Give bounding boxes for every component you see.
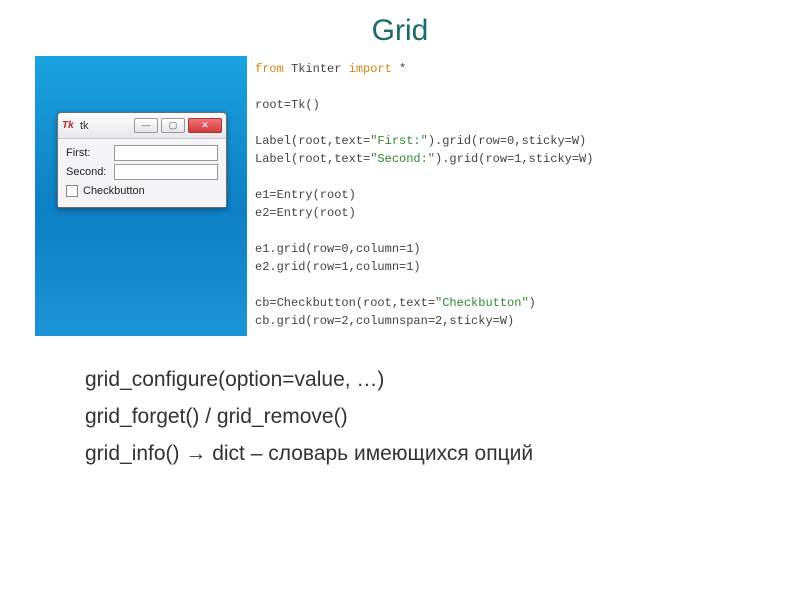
window-body: First: Second: Checkbutton xyxy=(58,139,226,207)
method-line-2: grid_forget() / grid_remove() xyxy=(85,399,800,436)
titlebar: Tk tk — ▢ ✕ xyxy=(58,113,226,139)
form-row-second: Second: xyxy=(66,164,218,180)
tk-window: Tk tk — ▢ ✕ First: Second: xyxy=(57,112,227,208)
code-text: e2=Entry(root) xyxy=(255,206,356,220)
entry-first[interactable] xyxy=(114,145,218,161)
kw-from: from xyxy=(255,62,284,76)
string-literal: "Checkbutton" xyxy=(435,296,529,310)
code-text: Tkinter xyxy=(284,62,349,76)
minimize-button[interactable]: — xyxy=(134,118,158,133)
checkbutton-row: Checkbutton xyxy=(66,183,218,197)
method-line-3: grid_info() → dict – словарь имеющихся о… xyxy=(85,436,800,473)
label-first: First: xyxy=(66,147,114,159)
entry-second[interactable] xyxy=(114,164,218,180)
string-literal: "First:" xyxy=(370,134,428,148)
methods-block: grid_configure(option=value, …) grid_for… xyxy=(0,336,800,472)
checkbutton-box[interactable] xyxy=(66,185,78,197)
code-text: cb.grid(row=2,columnspan=2,sticky=W) xyxy=(255,314,514,328)
window-title: tk xyxy=(80,120,134,132)
slide-title: Grid xyxy=(0,0,800,56)
close-button[interactable]: ✕ xyxy=(188,118,222,133)
form-row-first: First: xyxy=(66,145,218,161)
code-text: Label(root,text= xyxy=(255,134,370,148)
kw-import: import xyxy=(349,62,392,76)
maximize-button[interactable]: ▢ xyxy=(161,118,185,133)
code-text: ).grid(row=0,sticky=W) xyxy=(428,134,586,148)
slide: Grid Tk tk — ▢ ✕ First: xyxy=(0,0,800,600)
code-text: e2.grid(row=1,column=1) xyxy=(255,260,421,274)
label-second: Second: xyxy=(66,166,114,178)
method-line-1: grid_configure(option=value, …) xyxy=(85,362,800,399)
code-text: e1.grid(row=0,column=1) xyxy=(255,242,421,256)
code-text: ).grid(row=1,sticky=W) xyxy=(435,152,593,166)
checkbutton-label: Checkbutton xyxy=(83,185,145,197)
code-text: * xyxy=(392,62,406,76)
desktop-screenshot: Tk tk — ▢ ✕ First: Second: xyxy=(35,56,247,336)
code-text: Label(root,text= xyxy=(255,152,370,166)
code-text: cb=Checkbutton(root,text= xyxy=(255,296,435,310)
code-text: root=Tk() xyxy=(255,98,320,112)
code-block: from Tkinter import * root=Tk() Label(ro… xyxy=(247,56,601,334)
code-text: ) xyxy=(529,296,536,310)
code-text: e1=Entry(root) xyxy=(255,188,356,202)
content-row: Tk tk — ▢ ✕ First: Second: xyxy=(0,56,800,336)
window-buttons: — ▢ ✕ xyxy=(134,118,222,133)
tk-icon: Tk xyxy=(62,119,76,133)
string-literal: "Second:" xyxy=(370,152,435,166)
